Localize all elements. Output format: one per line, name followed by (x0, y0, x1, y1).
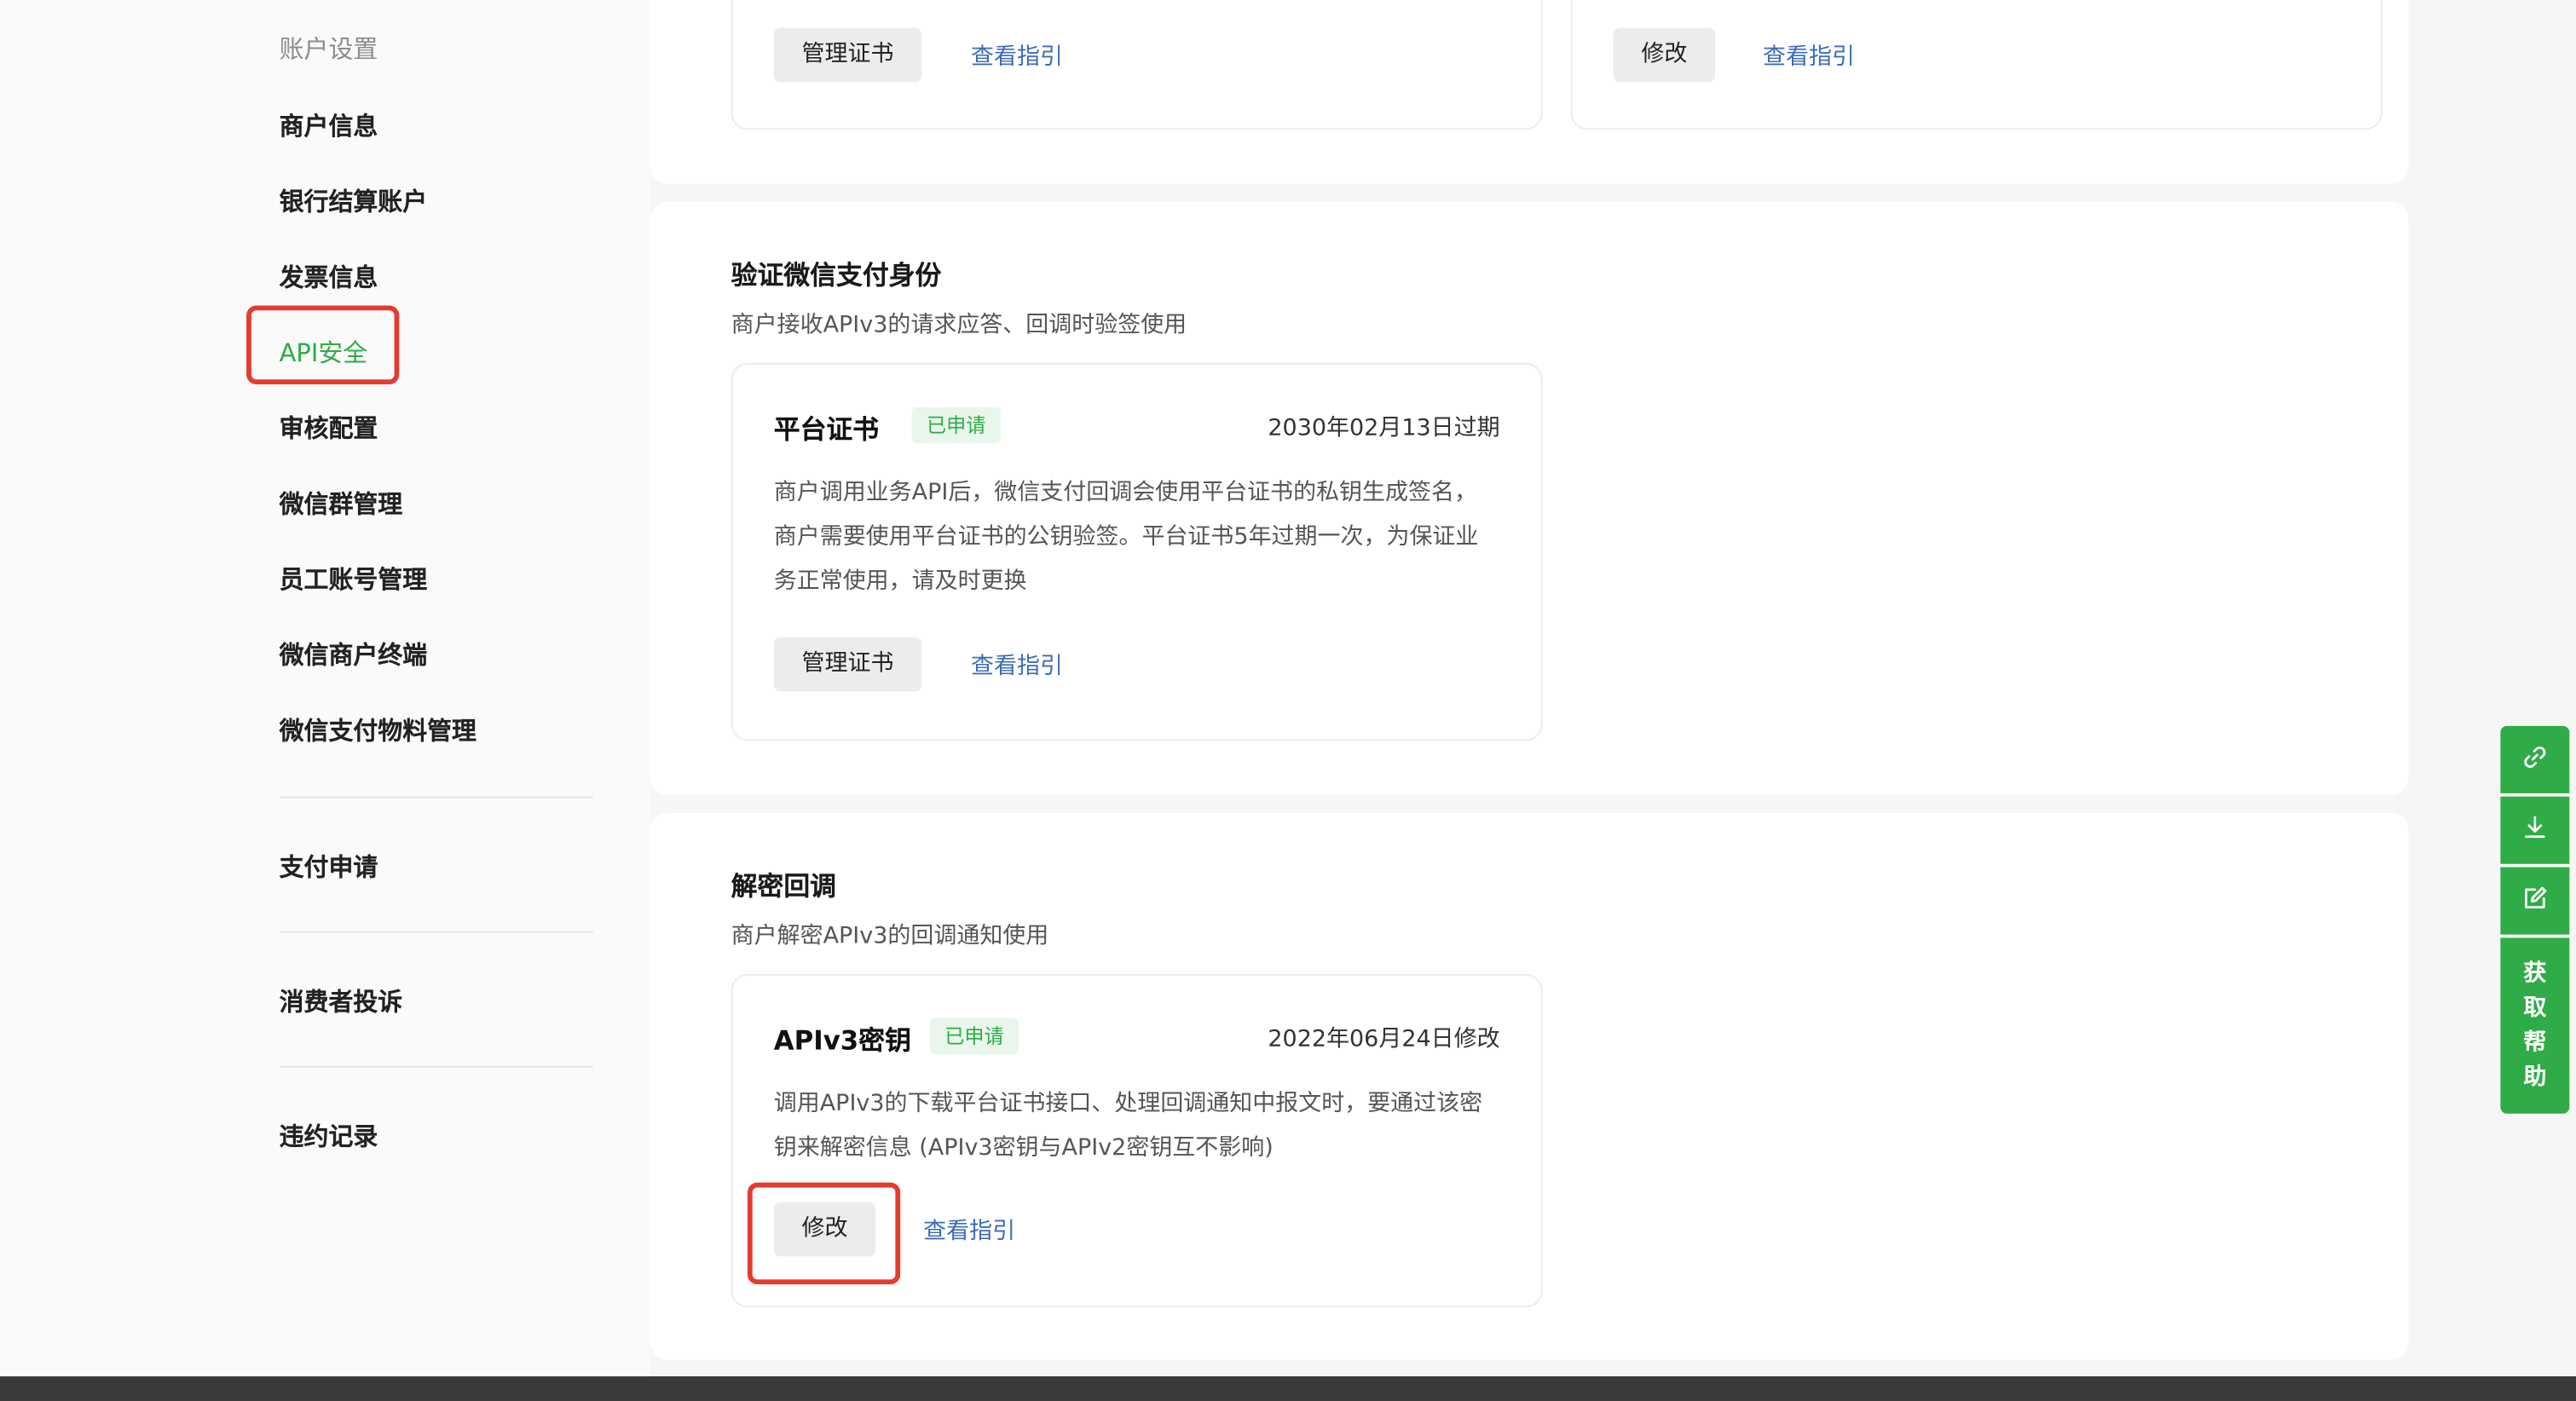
card-description: 商户调用业务API后，微信支付回调会使用平台证书的私钥生成签名，商户需要使用平台… (773, 479, 1479, 595)
sidebar-divider (279, 931, 593, 933)
status-badge: 已申请 (911, 406, 1001, 444)
get-help-button[interactable]: 获取帮助 (2500, 937, 2570, 1114)
sidebar-item-review-config[interactable]: 审核配置 (280, 411, 378, 445)
get-help-label: 获取帮助 (2523, 960, 2547, 1090)
footer-bar (0, 1376, 2576, 1401)
platform-certificate-card: 平台证书 已申请 2030年02月13日过期 商户调用业务API后，微信支付回调… (731, 362, 1543, 741)
sidebar-group-title: 账户设置 (279, 34, 378, 65)
card-title: 平台证书 (773, 413, 880, 446)
panel-title: 验证微信支付身份 (731, 259, 942, 291)
manage-certificate-button[interactable]: 管理证书 (773, 27, 922, 83)
sidebar-item-invoice-info[interactable]: 发票信息 (280, 260, 378, 294)
sidebar: 账户设置 商户信息 银行结算账户 发票信息 API安全 审核配置 微信群管理 员… (0, 0, 651, 1377)
card-description: 调用APIv3的下载平台证书接口、处理回调通知中报文时，要通过该密钥来解密信息 … (773, 1090, 1483, 1162)
modified-date: 2022年06月24日修改 (1268, 1026, 1500, 1053)
download-icon (2520, 812, 2550, 848)
modify-button[interactable]: 修改 (773, 1202, 876, 1257)
sidebar-item-merchant-terminal[interactable]: 微信商户终端 (280, 637, 427, 672)
sidebar-item-merchant-info[interactable]: 商户信息 (280, 108, 378, 142)
sidebar-item-staff-accounts[interactable]: 员工账号管理 (280, 562, 427, 596)
modify-button[interactable]: 修改 (1613, 27, 1716, 83)
sidebar-item-payment-application[interactable]: 支付申请 (280, 849, 378, 883)
sidebar-item-bank-account[interactable]: 银行结算账户 (280, 184, 427, 218)
view-guide-link[interactable]: 查看指引 (971, 649, 1063, 682)
sidebar-item-consumer-complaints[interactable]: 消费者投诉 (280, 983, 403, 1018)
view-guide-link[interactable]: 查看指引 (971, 39, 1063, 72)
feedback-button[interactable] (2500, 867, 2570, 935)
share-link-button[interactable] (2500, 725, 2570, 793)
verify-identity-panel: 验证微信支付身份 商户接收APIv3的请求应答、回调时验签使用 平台证书 已申请… (650, 202, 2409, 795)
sidebar-item-api-security[interactable]: API安全 (280, 335, 368, 369)
status-badge: 已申请 (929, 1018, 1019, 1055)
top-panel: 管理证书 查看指引 修改 查看指引 (650, 0, 2409, 184)
sidebar-item-wechat-group[interactable]: 微信群管理 (280, 486, 403, 520)
sidebar-divider (279, 1065, 593, 1068)
download-button[interactable] (2500, 796, 2570, 864)
top-left-card: 管理证书 查看指引 (731, 0, 1543, 130)
expiry-date: 2030年02月13日过期 (1268, 415, 1500, 442)
sidebar-item-materials[interactable]: 微信支付物料管理 (280, 712, 477, 747)
sidebar-item-violation-records[interactable]: 违约记录 (280, 1118, 378, 1152)
panel-description: 商户解密APIv3的回调通知使用 (731, 923, 1049, 949)
decrypt-callback-panel: 解密回调 商户解密APIv3的回调通知使用 APIv3密钥 已申请 2022年0… (650, 813, 2409, 1360)
manage-certificate-button[interactable]: 管理证书 (773, 637, 922, 692)
panel-title: 解密回调 (731, 870, 837, 902)
view-guide-link[interactable]: 查看指引 (923, 1214, 1015, 1247)
link-icon (2520, 741, 2550, 777)
panel-description: 商户接收APIv3的请求应答、回调时验签使用 (731, 312, 1187, 339)
apiv3-key-card: APIv3密钥 已申请 2022年06月24日修改 调用APIv3的下载平台证书… (731, 973, 1543, 1308)
sidebar-divider (279, 796, 593, 799)
card-title: APIv3密钥 (773, 1024, 911, 1057)
view-guide-link[interactable]: 查看指引 (1763, 39, 1855, 72)
top-right-card: 修改 查看指引 (1570, 0, 2383, 130)
edit-icon (2520, 883, 2550, 919)
